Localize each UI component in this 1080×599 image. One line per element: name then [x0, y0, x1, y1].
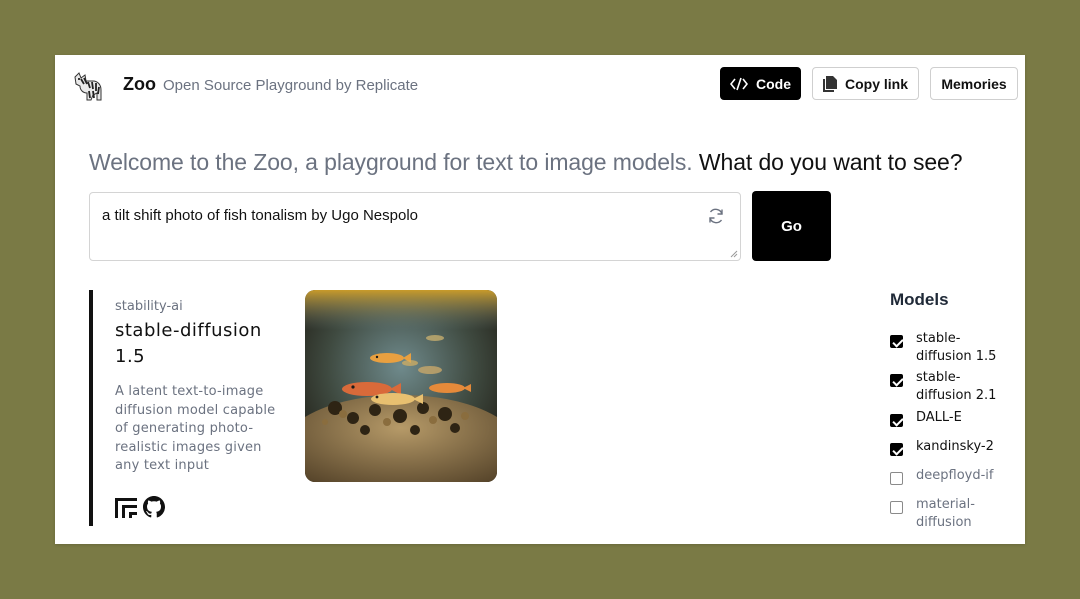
result-card-border [89, 290, 93, 526]
model-name: stable-diffusion 1.5 [115, 320, 262, 367]
replicate-icon[interactable] [115, 496, 137, 518]
resize-grip-icon[interactable] [730, 250, 738, 258]
model-description: A latent text-to-image diffusion model c… [115, 384, 276, 473]
model-option-label: stable-diffusion 1.5 [916, 331, 997, 364]
checkbox-checked[interactable] [890, 443, 903, 456]
copy-link-label: Copy link [844, 75, 908, 92]
generated-image[interactable] [305, 290, 497, 482]
model-option-label: DALL-E [916, 410, 962, 425]
copy-icon [822, 75, 837, 92]
headline-question: What do you want to see? [698, 149, 963, 175]
code-button[interactable]: Code [720, 67, 801, 100]
refresh-icon[interactable] [707, 207, 725, 225]
prompt-text: a tilt shift photo of fish tonalism by U… [102, 207, 418, 224]
code-button-label: Code [756, 75, 791, 92]
code-icon [730, 77, 748, 90]
prompt-input[interactable]: a tilt shift photo of fish tonalism by U… [89, 192, 741, 261]
checkbox-checked[interactable] [890, 414, 903, 427]
checkbox-checked[interactable] [890, 335, 903, 348]
page-headline: Welcome to the Zoo, a playground for tex… [89, 149, 963, 176]
github-icon[interactable] [143, 496, 165, 518]
models-title: Models [890, 290, 949, 309]
headline-lead: Welcome to the Zoo, a playground for tex… [89, 149, 693, 175]
model-option-label: deepfloyd-if [916, 468, 994, 483]
model-owner: stability-ai [115, 299, 183, 314]
model-option-label: material-diffusion [916, 497, 975, 530]
model-option-label: kandinsky-2 [916, 439, 994, 454]
memories-label: Memories [941, 75, 1007, 92]
checkbox-checked[interactable] [890, 374, 903, 387]
copy-link-button[interactable]: Copy link [812, 67, 919, 100]
brand-name: Zoo [123, 74, 156, 94]
checkbox-unchecked[interactable] [890, 501, 903, 514]
memories-button[interactable]: Memories [930, 67, 1018, 100]
checkbox-unchecked[interactable] [890, 472, 903, 485]
zebra-logo-icon[interactable] [69, 69, 105, 105]
tagline: Open Source Playground by Replicate [163, 77, 419, 94]
model-option-label: stable-diffusion 2.1 [916, 370, 997, 403]
app-window: Zoo Open Source Playground by Replicate … [55, 55, 1025, 544]
go-button[interactable]: Go [752, 191, 831, 261]
